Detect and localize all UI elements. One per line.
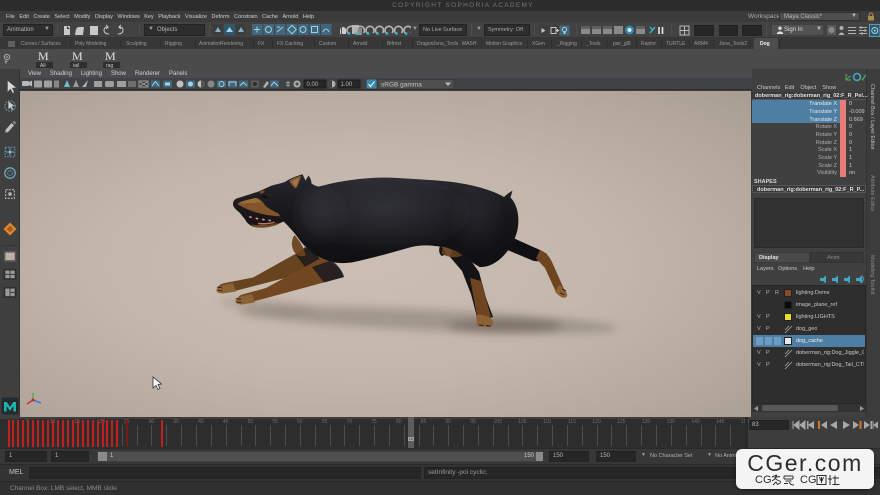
svg-text:1.00: 1.00 [341,82,353,88]
svg-text:sRGB gamma: sRGB gamma [381,82,422,89]
svg-text:0.00: 0.00 [307,82,319,88]
